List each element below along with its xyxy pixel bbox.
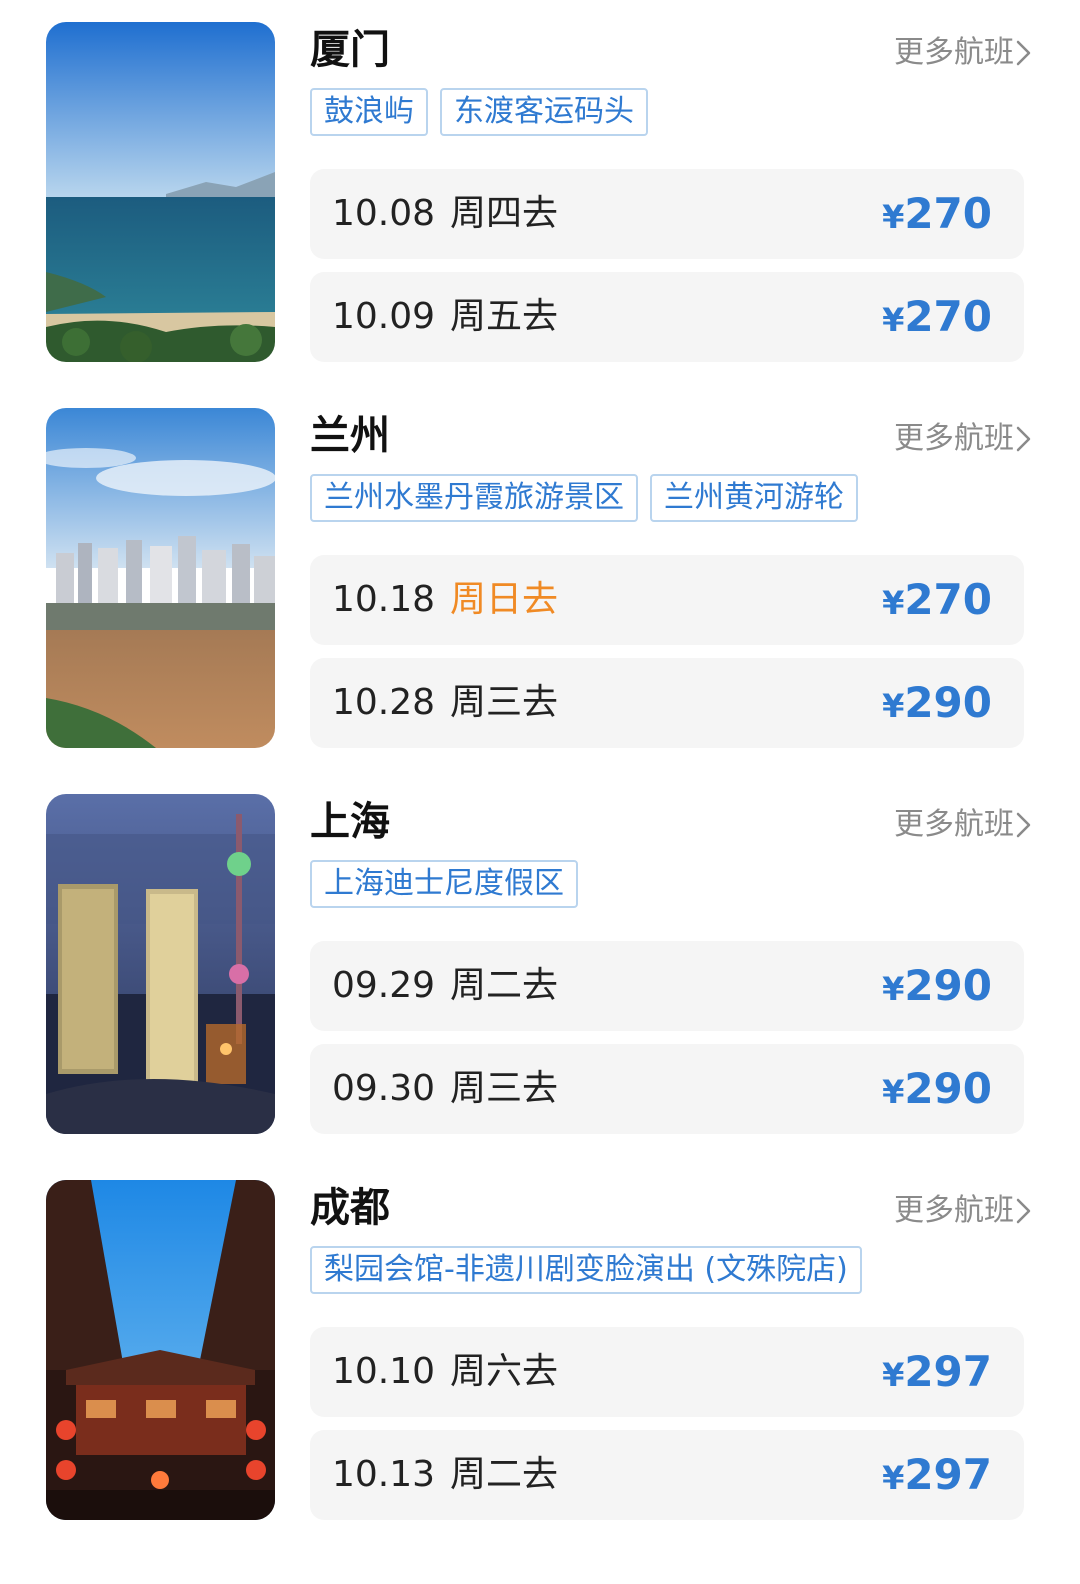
more-flights-link[interactable]: 更多航班 — [894, 1192, 1014, 1230]
currency-symbol: ¥ — [882, 198, 905, 236]
currency-symbol: ¥ — [882, 1356, 905, 1394]
flight-date: 09.30 — [332, 1068, 436, 1109]
destination-photo[interactable] — [46, 1180, 275, 1520]
destination-card-shanghai[interactable]: 上海 更多航班 上海迪士尼度假区 09.29 周二去 ¥290 09.30 周三… — [0, 792, 1080, 1137]
flight-weekday: 周三去 — [450, 1068, 559, 1109]
lanzhou-yellow-river-city-photo-graphic — [46, 408, 275, 748]
flight-weekday: 周四去 — [450, 193, 559, 234]
destination-card-lanzhou[interactable]: 兰州 更多航班 兰州水墨丹霞旅游景区 兰州黄河游轮 10.18 周日去 ¥270… — [0, 406, 1080, 751]
flight-weekday: 周五去 — [450, 296, 559, 337]
flight-option[interactable]: 10.09 周五去 ¥270 — [310, 272, 1024, 362]
city-name: 上海 — [310, 799, 390, 845]
flight-price: ¥290 — [882, 1044, 992, 1143]
price-amount: 270 — [904, 575, 992, 624]
flight-date: 09.29 — [332, 965, 436, 1006]
flight-date: 10.13 — [332, 1454, 436, 1495]
shanghai-lujiazui-night-photo-graphic — [46, 794, 275, 1134]
flight-date: 10.08 — [332, 193, 436, 234]
destination-photo[interactable] — [46, 22, 275, 362]
attraction-tags: 兰州水墨丹霞旅游景区 兰州黄河游轮 — [310, 474, 858, 522]
flight-price: ¥270 — [882, 555, 992, 654]
flight-price: ¥297 — [882, 1430, 992, 1529]
currency-symbol: ¥ — [882, 301, 905, 339]
chevron-right-icon[interactable] — [1010, 1196, 1036, 1226]
flight-weekday: 周日去 — [450, 579, 559, 620]
city-name: 成都 — [310, 1185, 390, 1231]
currency-symbol: ¥ — [882, 584, 905, 622]
price-amount: 297 — [904, 1450, 992, 1499]
more-flights-link[interactable]: 更多航班 — [894, 420, 1014, 458]
price-amount: 290 — [904, 678, 992, 727]
price-amount: 290 — [904, 961, 992, 1010]
destination-photo[interactable] — [46, 794, 275, 1134]
flight-option[interactable]: 09.30 周三去 ¥290 — [310, 1044, 1024, 1134]
flight-date: 10.09 — [332, 296, 436, 337]
attraction-tag[interactable]: 兰州水墨丹霞旅游景区 — [310, 474, 638, 522]
currency-symbol: ¥ — [882, 1073, 905, 1111]
flight-weekday: 周二去 — [450, 1454, 559, 1495]
attraction-tag[interactable]: 梨园会馆-非遗川剧变脸演出 (文殊院店) — [310, 1246, 862, 1294]
flight-option[interactable]: 10.13 周二去 ¥297 — [310, 1430, 1024, 1520]
flight-price: ¥290 — [882, 658, 992, 757]
attraction-tags: 鼓浪屿 东渡客运码头 — [310, 88, 648, 136]
flight-price: ¥290 — [882, 941, 992, 1040]
flight-weekday: 周二去 — [450, 965, 559, 1006]
flight-weekday: 周三去 — [450, 682, 559, 723]
attraction-tag[interactable]: 上海迪士尼度假区 — [310, 860, 578, 908]
destination-photo[interactable] — [46, 408, 275, 748]
attraction-tag[interactable]: 鼓浪屿 — [310, 88, 428, 136]
destination-card-xiamen[interactable]: 厦门 更多航班 鼓浪屿 东渡客运码头 10.08 周四去 ¥270 10.09 … — [0, 20, 1080, 365]
flight-date: 10.10 — [332, 1351, 436, 1392]
attraction-tags: 上海迪士尼度假区 — [310, 860, 578, 908]
more-flights-link[interactable]: 更多航班 — [894, 34, 1014, 72]
attraction-tag[interactable]: 兰州黄河游轮 — [650, 474, 858, 522]
flight-option[interactable]: 10.28 周三去 ¥290 — [310, 658, 1024, 748]
flight-price: ¥297 — [882, 1327, 992, 1426]
xiamen-coastline-photo-graphic — [46, 22, 275, 362]
chevron-right-icon[interactable] — [1010, 424, 1036, 454]
currency-symbol: ¥ — [882, 1459, 905, 1497]
attraction-tag[interactable]: 东渡客运码头 — [440, 88, 648, 136]
flight-option[interactable]: 09.29 周二去 ¥290 — [310, 941, 1024, 1031]
city-name: 兰州 — [310, 413, 390, 459]
chevron-right-icon[interactable] — [1010, 38, 1036, 68]
destination-list: 厦门 更多航班 鼓浪屿 东渡客运码头 10.08 周四去 ¥270 10.09 … — [0, 0, 1080, 1584]
flight-date: 10.18 — [332, 579, 436, 620]
flight-option[interactable]: 10.18 周日去 ¥270 — [310, 555, 1024, 645]
price-amount: 297 — [904, 1347, 992, 1396]
flight-option[interactable]: 10.08 周四去 ¥270 — [310, 169, 1024, 259]
chevron-right-icon[interactable] — [1010, 810, 1036, 840]
flight-weekday: 周六去 — [450, 1351, 559, 1392]
attraction-tags: 梨园会馆-非遗川剧变脸演出 (文殊院店) — [310, 1246, 862, 1294]
price-amount: 270 — [904, 189, 992, 238]
flight-price: ¥270 — [882, 272, 992, 371]
city-name: 厦门 — [310, 27, 390, 73]
destination-card-chengdu[interactable]: 成都 更多航班 梨园会馆-非遗川剧变脸演出 (文殊院店) 10.10 周六去 ¥… — [0, 1178, 1080, 1523]
currency-symbol: ¥ — [882, 970, 905, 1008]
flight-option[interactable]: 10.10 周六去 ¥297 — [310, 1327, 1024, 1417]
price-amount: 270 — [904, 292, 992, 341]
flight-price: ¥270 — [882, 169, 992, 268]
more-flights-link[interactable]: 更多航班 — [894, 806, 1014, 844]
chengdu-traditional-street-photo-graphic — [46, 1180, 275, 1520]
price-amount: 290 — [904, 1064, 992, 1113]
currency-symbol: ¥ — [882, 687, 905, 725]
flight-date: 10.28 — [332, 682, 436, 723]
